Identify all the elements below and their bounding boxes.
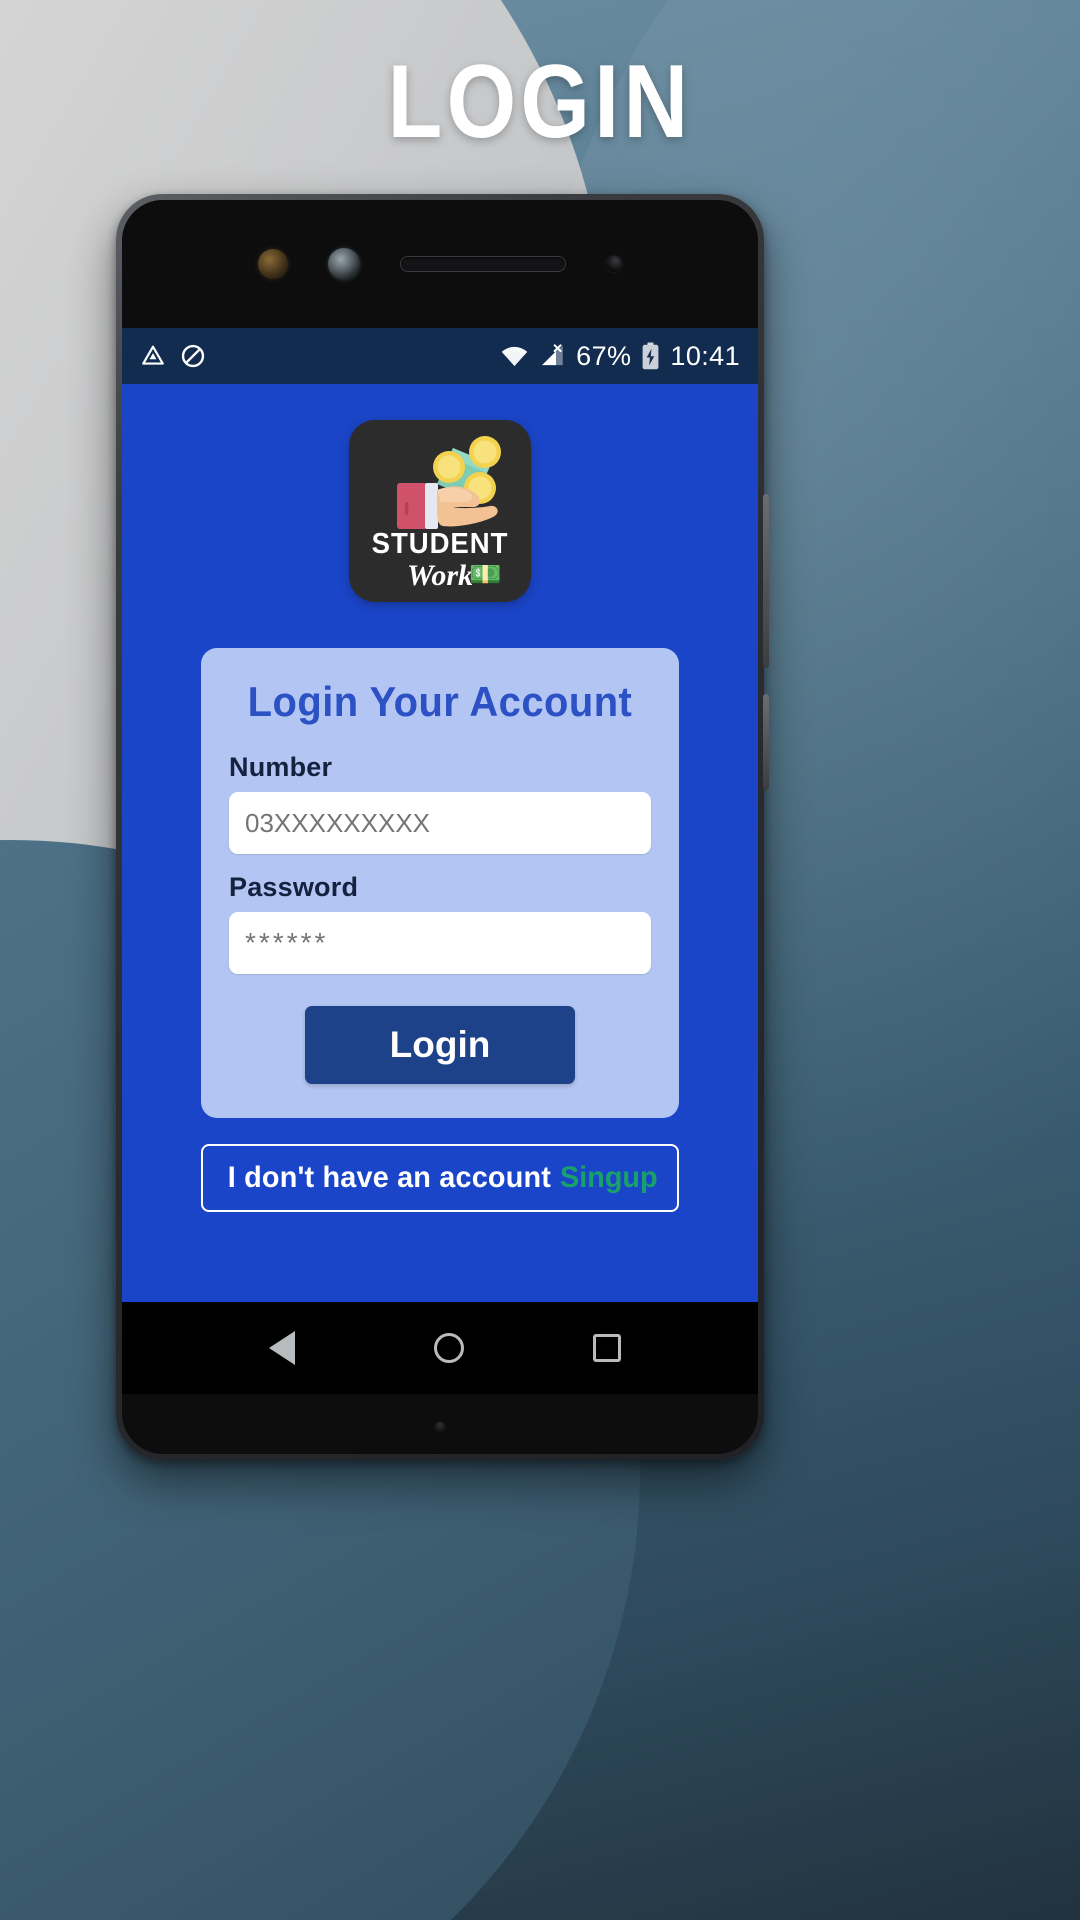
cash-emoji-icon: 💵 xyxy=(469,559,502,589)
phone-bottom-bezel xyxy=(122,1394,758,1454)
status-bar-left-icons xyxy=(140,343,206,369)
home-button[interactable] xyxy=(433,1333,464,1363)
password-field-label: Password xyxy=(229,872,359,902)
phone-screen: 67% 10:41 STUDENT Work 💵 Login Your Acco… xyxy=(122,328,758,1302)
back-triangle-icon xyxy=(268,1331,295,1365)
signal-no-sim-icon xyxy=(542,344,563,366)
battery-percent-label: 67% xyxy=(576,340,632,371)
do-not-disturb-icon xyxy=(181,344,205,368)
password-field-group: Password xyxy=(229,872,651,992)
front-camera-icon xyxy=(328,248,360,280)
logo-word-student: STUDENT xyxy=(371,528,509,560)
status-bar-clock: 10:41 xyxy=(670,340,740,371)
number-input[interactable] xyxy=(229,792,651,854)
triangle-alert-icon xyxy=(142,345,164,365)
login-button[interactable]: Login xyxy=(305,1006,575,1084)
page-title: LOGIN xyxy=(387,44,693,160)
logo-word-work: Work xyxy=(406,559,474,592)
status-bar-right-icons: 67% 10:41 xyxy=(500,341,740,372)
power-button[interactable] xyxy=(763,694,769,790)
number-field-group: Number xyxy=(229,752,651,872)
battery-charging-icon xyxy=(643,342,659,370)
student-work-logo: STUDENT Work 💵 xyxy=(349,420,531,602)
number-field-label: Number xyxy=(229,752,333,782)
volume-button[interactable] xyxy=(763,494,769,668)
wifi-icon xyxy=(501,346,528,367)
back-button[interactable] xyxy=(259,1331,305,1365)
earpiece-speaker xyxy=(400,256,566,272)
app-content: STUDENT Work 💵 Login Your Account Number… xyxy=(122,384,758,1302)
android-navigation-bar xyxy=(122,1302,758,1394)
recents-button[interactable] xyxy=(593,1334,622,1362)
microphone-icon xyxy=(433,1420,447,1434)
signup-link[interactable]: Singup xyxy=(560,1161,658,1195)
password-input[interactable] xyxy=(229,912,651,974)
phone-device-frame: 67% 10:41 STUDENT Work 💵 Login Your Acco… xyxy=(116,194,769,1460)
login-card-title: Login Your Account xyxy=(247,678,633,725)
poster-canvas: LOGIN 67% 10:41 STUDENT Work 💵 Login You… xyxy=(0,0,1080,1920)
signup-prompt-label: I don't have an account xyxy=(227,1161,551,1194)
proximity-sensor-icon xyxy=(258,249,288,279)
phone-screen-housing: 67% 10:41 STUDENT Work 💵 Login Your Acco… xyxy=(122,200,758,1454)
signup-prompt-box[interactable]: I don't have an account Singup xyxy=(200,1144,680,1212)
status-bar: 67% 10:41 xyxy=(122,328,758,384)
login-card: Login Your Account Number Password Login xyxy=(201,648,679,1118)
light-sensor-icon xyxy=(606,256,622,272)
phone-top-bezel xyxy=(122,200,758,328)
